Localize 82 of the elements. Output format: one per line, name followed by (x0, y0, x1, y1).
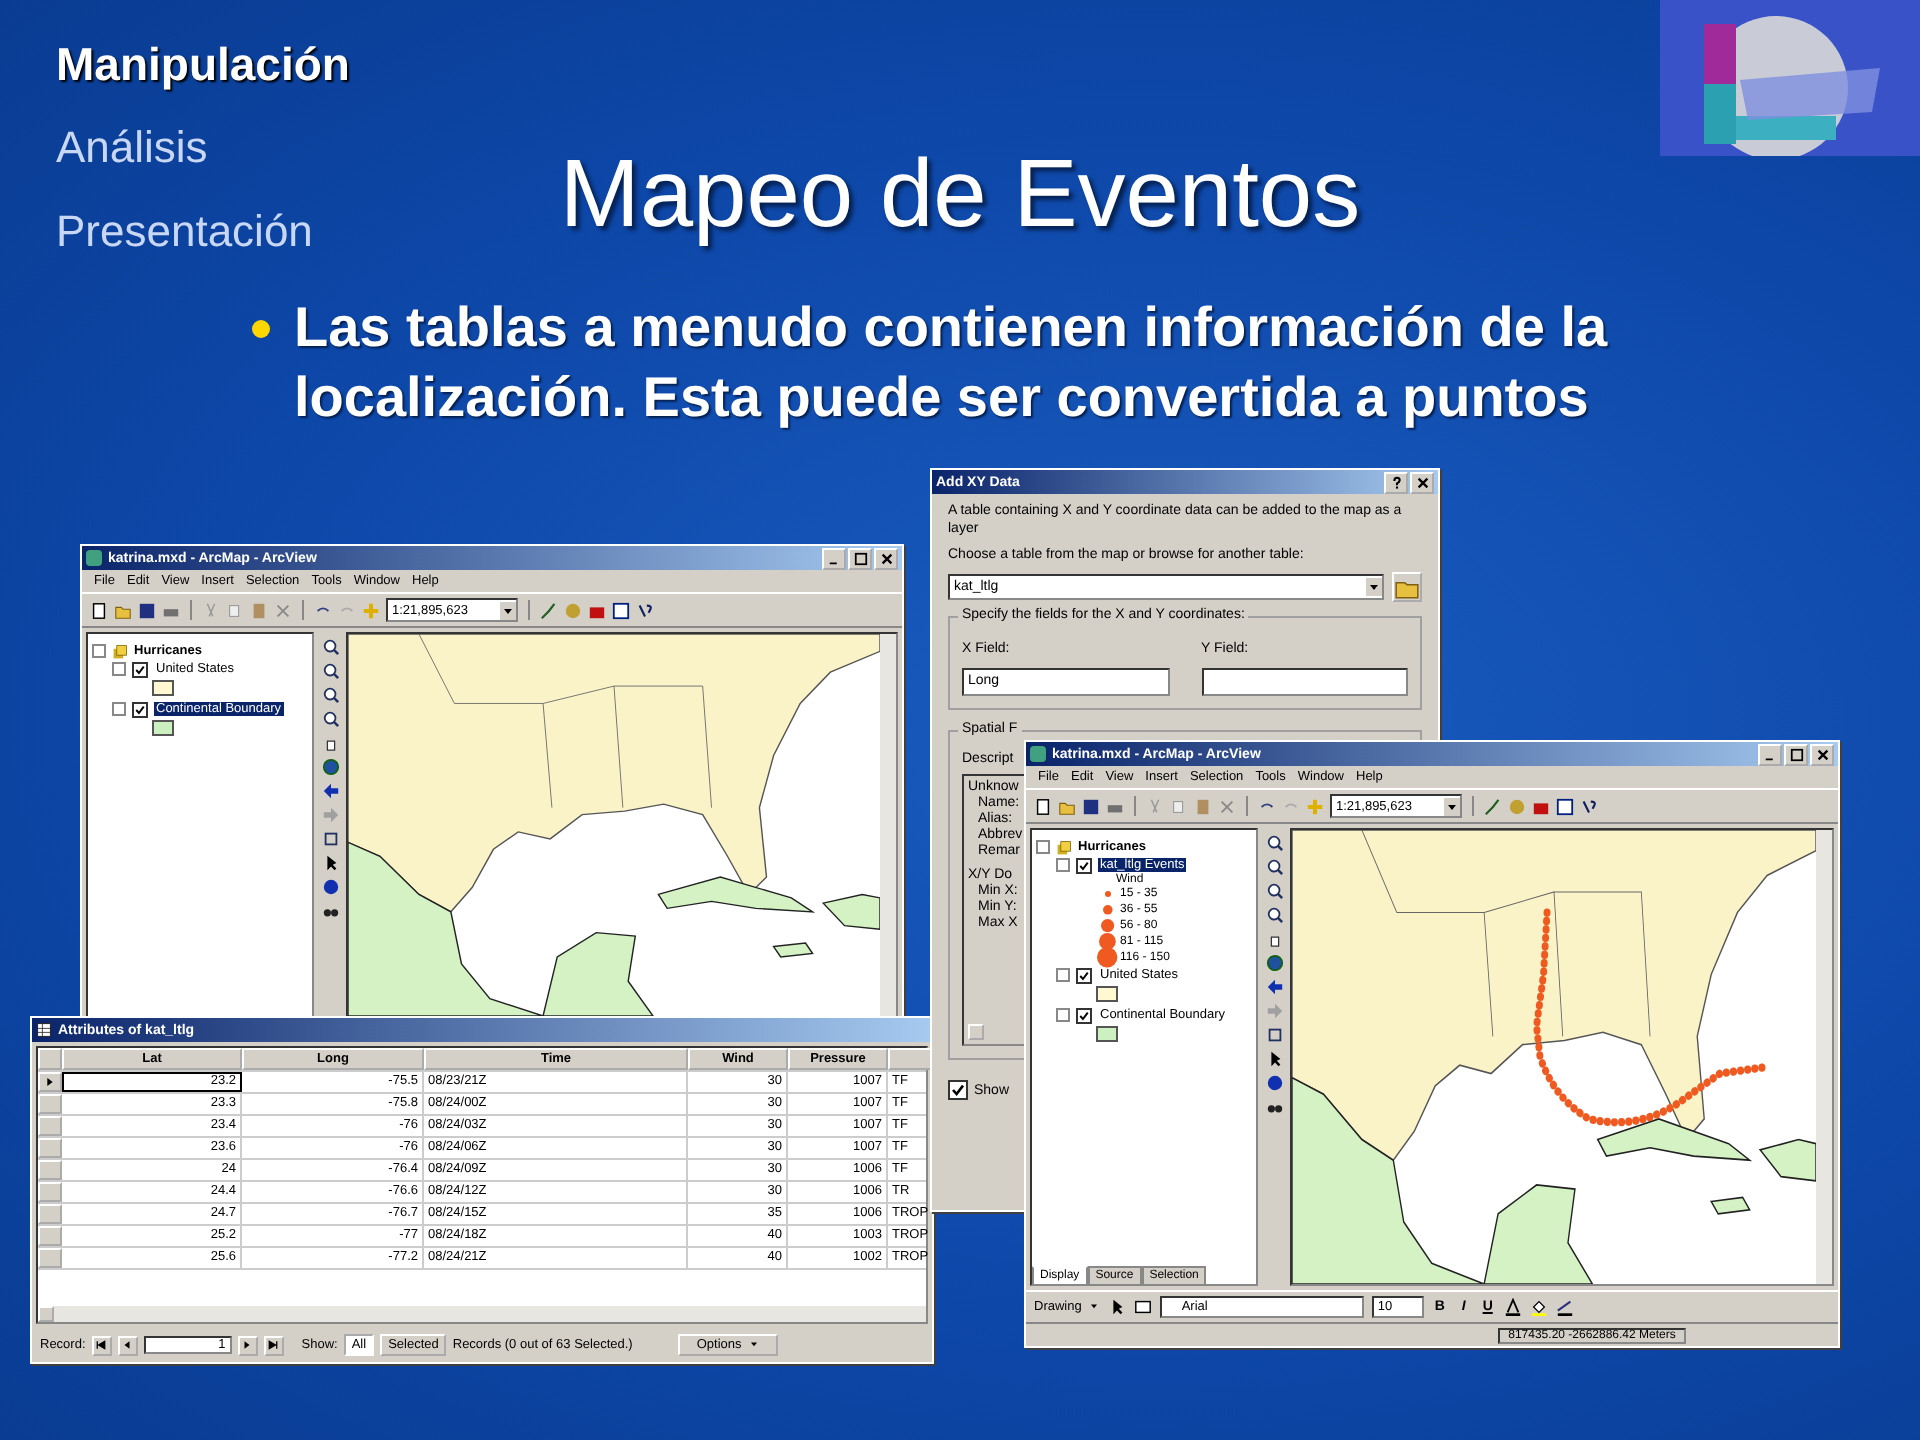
scroll-bar[interactable] (1816, 830, 1832, 1284)
caret-icon (747, 1338, 760, 1351)
next-record-button[interactable] (237, 1335, 258, 1355)
first-record-button[interactable] (91, 1335, 112, 1355)
folder-icon[interactable] (1058, 797, 1076, 815)
slide-title: Mapeo de Eventos (557, 140, 1363, 250)
info-icon[interactable] (321, 878, 339, 896)
app-icon (86, 550, 102, 566)
zoom-in-icon[interactable] (321, 686, 339, 704)
app-icon (1030, 746, 1046, 762)
back-icon[interactable] (1265, 978, 1283, 996)
previous-record-icon (122, 1340, 133, 1350)
layer-checkbox[interactable] (132, 701, 148, 717)
globe-icon[interactable] (321, 758, 339, 776)
close-icon (1415, 475, 1429, 489)
close-button[interactable] (1810, 743, 1834, 765)
zoom-in-icon[interactable] (1265, 882, 1283, 900)
scroll-bar[interactable] (880, 634, 896, 1016)
help-icon (1389, 475, 1403, 489)
layer-checkbox[interactable] (1076, 857, 1092, 873)
minimize-button[interactable] (822, 547, 846, 569)
open-folder-icon[interactable] (1392, 572, 1422, 602)
zoom-in-icon[interactable] (321, 638, 339, 656)
maximize-button[interactable] (848, 547, 872, 569)
help-icon[interactable] (636, 601, 654, 619)
collapse-icon[interactable] (1056, 1008, 1070, 1022)
folder-icon[interactable] (114, 601, 132, 619)
bullet-icon (252, 320, 270, 338)
collapse-icon[interactable] (112, 702, 126, 716)
previous-record-button[interactable] (117, 1335, 138, 1355)
zoom-out-icon[interactable] (1265, 858, 1283, 876)
zoom-in-icon[interactable] (1265, 834, 1283, 852)
font-color-icon[interactable] (1503, 1298, 1522, 1316)
caret-icon (1087, 1300, 1100, 1313)
layers-icon (112, 643, 128, 659)
last-record-icon (268, 1340, 279, 1350)
pointer-icon[interactable] (321, 854, 339, 872)
maximize-icon (1789, 747, 1803, 761)
dropdown-caret-icon[interactable] (1444, 797, 1460, 815)
layer-checkbox[interactable] (1076, 967, 1092, 983)
select-icon[interactable] (321, 830, 339, 848)
close-icon (879, 551, 893, 565)
info-icon[interactable] (1265, 1074, 1283, 1092)
rectangle-icon[interactable] (1133, 1298, 1152, 1316)
y-field-dropdown[interactable] (1201, 668, 1408, 696)
window-icon[interactable] (1556, 797, 1574, 815)
layers-icon (1056, 839, 1072, 855)
close-button[interactable] (874, 547, 898, 569)
pointer-icon[interactable] (1107, 1298, 1126, 1316)
point-symbol-icon (1096, 946, 1120, 970)
select-icon[interactable] (1265, 1026, 1283, 1044)
globe-icon[interactable] (1265, 954, 1283, 972)
help-button[interactable] (1384, 471, 1408, 493)
zoom-out-icon[interactable] (321, 662, 339, 680)
dropdown-caret-icon[interactable] (500, 601, 516, 619)
layer-checkbox[interactable] (132, 661, 148, 677)
back-icon[interactable] (321, 782, 339, 800)
dropdown-caret-icon[interactable] (1366, 578, 1382, 596)
maximize-button[interactable] (1784, 743, 1808, 765)
doc-icon[interactable] (90, 601, 108, 619)
collapse-icon[interactable] (1056, 968, 1070, 982)
minimize-button[interactable] (1758, 743, 1782, 765)
last-record-button[interactable] (263, 1335, 284, 1355)
bullet-text: Las tablas a menudo contienen información de la localización. Esta puede ser convertida a puntos (294, 294, 1610, 432)
zoom-out-icon[interactable] (1265, 906, 1283, 924)
doc-icon[interactable] (1034, 797, 1052, 815)
window-icon[interactable] (612, 601, 630, 619)
next-record-icon (242, 1340, 253, 1350)
maximize-icon (853, 551, 867, 565)
line-color-icon[interactable] (1555, 1298, 1574, 1316)
show-checkbox[interactable] (948, 1080, 968, 1100)
zoom-out-icon[interactable] (321, 710, 339, 728)
close-icon (1815, 747, 1829, 761)
table-icon (36, 1022, 52, 1038)
layer-checkbox[interactable] (1076, 1007, 1092, 1023)
current-row-icon (46, 1076, 54, 1088)
row-selector[interactable] (38, 1072, 62, 1092)
help-icon[interactable] (1580, 797, 1598, 815)
pointer-icon[interactable] (1265, 1050, 1283, 1068)
fill-color-icon[interactable] (1529, 1298, 1548, 1316)
close-button[interactable] (1410, 471, 1434, 493)
first-record-icon (96, 1340, 107, 1350)
